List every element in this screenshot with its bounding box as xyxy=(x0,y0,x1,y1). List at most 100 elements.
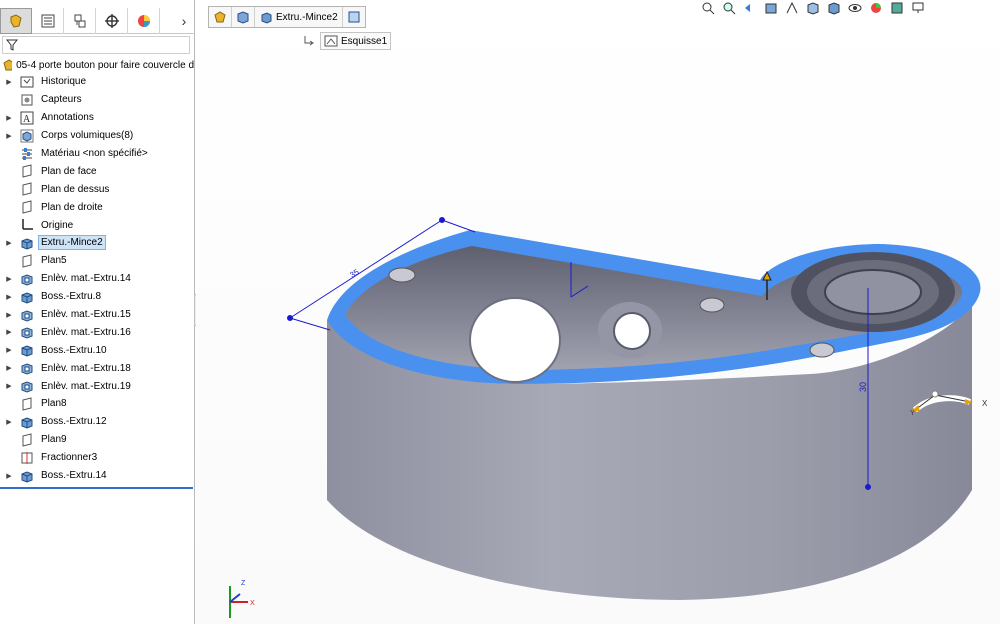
boss-hole xyxy=(613,312,651,350)
hide-show-icon[interactable] xyxy=(847,1,863,15)
display-manager-icon xyxy=(137,15,150,27)
triad-label-x: X xyxy=(982,399,988,408)
tree-root-part[interactable]: 05-4 porte bouton pour faire couvercle d xyxy=(2,57,194,73)
tab-display-manager[interactable] xyxy=(128,8,160,34)
expand-arrow-icon[interactable]: ▶ xyxy=(4,328,14,336)
tabs-chevron-right-icon[interactable]: › xyxy=(173,8,195,33)
tree-node[interactable]: ▶ Boss.-Extru.8 xyxy=(0,288,195,306)
scene-icon[interactable] xyxy=(889,1,905,15)
expand-arrow-icon[interactable]: ▶ xyxy=(4,472,14,480)
tree-node[interactable]: Matériau <non spécifié> xyxy=(0,145,195,163)
expand-arrow-icon[interactable]: ▶ xyxy=(4,346,14,354)
tree-node[interactable]: ▶ Boss.-Extru.10 xyxy=(0,341,195,359)
dynamic-annotation-icon[interactable] xyxy=(784,1,800,15)
tree-node[interactable]: Plan de face xyxy=(0,162,195,180)
tree-node-label: Origine xyxy=(41,219,74,231)
dimension-vertical[interactable]: 30 xyxy=(858,382,868,392)
breadcrumb-body[interactable] xyxy=(232,7,255,27)
expand-arrow-icon[interactable]: ▶ xyxy=(4,78,14,86)
appearance-icon[interactable] xyxy=(868,1,884,15)
expand-arrow-icon[interactable]: ▶ xyxy=(4,293,14,301)
display-style-icon[interactable] xyxy=(826,1,842,15)
tree-node[interactable]: ▶ Enlèv. mat.-Extru.19 xyxy=(0,377,195,395)
tree-node[interactable]: Plan de dessus xyxy=(0,180,195,198)
material-icon xyxy=(20,147,34,161)
annotation-icon: A xyxy=(20,111,34,125)
tree-node[interactable]: Fractionner3 xyxy=(0,449,195,467)
tree-node[interactable]: Plan8 xyxy=(0,395,195,413)
breadcrumb-sketch[interactable]: Esquisse1 xyxy=(320,32,392,50)
tree-node-label: Enlèv. mat.-Extru.16 xyxy=(41,326,131,338)
expand-arrow-icon[interactable]: ▶ xyxy=(4,132,14,140)
tab-property-manager[interactable] xyxy=(32,8,64,34)
expand-arrow-icon[interactable]: ▶ xyxy=(4,275,14,283)
tab-feature-manager[interactable] xyxy=(0,8,32,34)
breadcrumb-part[interactable] xyxy=(209,7,232,27)
plane-icon xyxy=(20,397,34,411)
tree-node-label: Enlèv. mat.-Extru.15 xyxy=(41,309,131,321)
small-hole xyxy=(699,297,725,313)
tree-node[interactable]: ▶ Boss.-Extru.12 xyxy=(0,413,195,431)
expand-arrow-icon[interactable]: ▶ xyxy=(4,239,14,247)
tree-node[interactable]: ▶ Enlèv. mat.-Extru.14 xyxy=(0,270,195,288)
breadcrumb-face[interactable] xyxy=(343,7,365,27)
large-hole xyxy=(469,297,561,383)
tree-node-label: Plan de dessus xyxy=(41,183,110,195)
previous-view-icon[interactable] xyxy=(742,1,758,15)
plane-icon xyxy=(20,433,34,447)
rollback-bar[interactable] xyxy=(0,487,193,489)
zoom-area-icon[interactable] xyxy=(721,1,737,15)
zoom-to-fit-icon[interactable] xyxy=(700,1,716,15)
tab-configuration-manager[interactable] xyxy=(64,8,96,34)
orientation-label-x: X xyxy=(250,600,255,607)
feature-manager-icon xyxy=(10,14,22,28)
tree-node[interactable]: ▶ Enlèv. mat.-Extru.16 xyxy=(0,323,195,341)
filter-icon xyxy=(5,39,19,51)
view-orientation-triad: Z X xyxy=(229,580,255,618)
tree-node[interactable]: ▶ Boss.-Extru.14 xyxy=(0,467,195,485)
dimension-angled[interactable]: 35 xyxy=(348,267,361,280)
extrude-icon xyxy=(20,343,34,357)
tree-node[interactable]: Plan de droite xyxy=(0,198,195,216)
tab-dimxpert-manager[interactable] xyxy=(96,8,128,34)
breadcrumb-feature[interactable]: Extru.-Mince2 xyxy=(255,7,343,27)
tree-filter[interactable] xyxy=(2,36,190,54)
tree-node-label: Enlèv. mat.-Extru.18 xyxy=(41,362,131,374)
tree-node[interactable]: ▶ A Annotations xyxy=(0,109,195,127)
small-hole xyxy=(388,267,416,283)
expand-arrow-icon[interactable]: ▶ xyxy=(4,364,14,372)
expand-arrow-icon[interactable]: ▶ xyxy=(4,418,14,426)
tree-node-label: Enlèv. mat.-Extru.14 xyxy=(41,273,131,285)
tree-node[interactable]: ▶ Extru.-Mince2 xyxy=(0,234,195,252)
expand-arrow-icon[interactable]: ▶ xyxy=(4,311,14,319)
small-hole xyxy=(809,342,835,358)
origin-icon xyxy=(20,218,34,232)
breadcrumb-feature-label: Extru.-Mince2 xyxy=(276,11,338,23)
tree-node[interactable]: ▶ Historique xyxy=(0,73,195,91)
breadcrumb-sketch-label: Esquisse1 xyxy=(341,35,388,47)
history-icon xyxy=(20,75,34,89)
expand-arrow-icon[interactable]: ▶ xyxy=(4,382,14,390)
sketch-icon xyxy=(324,35,338,47)
tree-node[interactable]: Origine xyxy=(0,216,195,234)
heads-up-view-toolbar xyxy=(700,0,1000,16)
tree-node[interactable]: Capteurs xyxy=(0,91,195,109)
tree-node[interactable]: ▶ Enlèv. mat.-Extru.18 xyxy=(0,359,195,377)
tree-node-label: Plan de face xyxy=(41,165,97,177)
tree-node[interactable]: ▶ Corps volumiques(8) xyxy=(0,127,195,145)
tree-node[interactable]: ▶ Enlèv. mat.-Extru.15 xyxy=(0,306,195,324)
feature-tree: ▶ Historique Capteurs ▶ A Annotations ▶ Corps v… xyxy=(0,73,195,484)
tree-node-label: Plan de droite xyxy=(41,201,103,213)
tree-node[interactable]: Plan5 xyxy=(0,252,195,270)
tree-node-label: Boss.-Extru.10 xyxy=(41,344,107,356)
view-orientation-icon[interactable] xyxy=(805,1,821,15)
view-settings-icon[interactable] xyxy=(910,1,926,15)
section-view-icon[interactable] xyxy=(763,1,779,15)
tree-node[interactable]: Plan9 xyxy=(0,431,195,449)
plane-icon xyxy=(20,200,34,214)
expand-arrow-icon[interactable]: ▶ xyxy=(4,114,14,122)
cut-extrude-icon xyxy=(20,379,34,393)
model-view[interactable]: 35 30 X Y Z X xyxy=(196,0,1000,624)
extrude-icon xyxy=(20,469,34,483)
face-icon xyxy=(348,11,360,23)
